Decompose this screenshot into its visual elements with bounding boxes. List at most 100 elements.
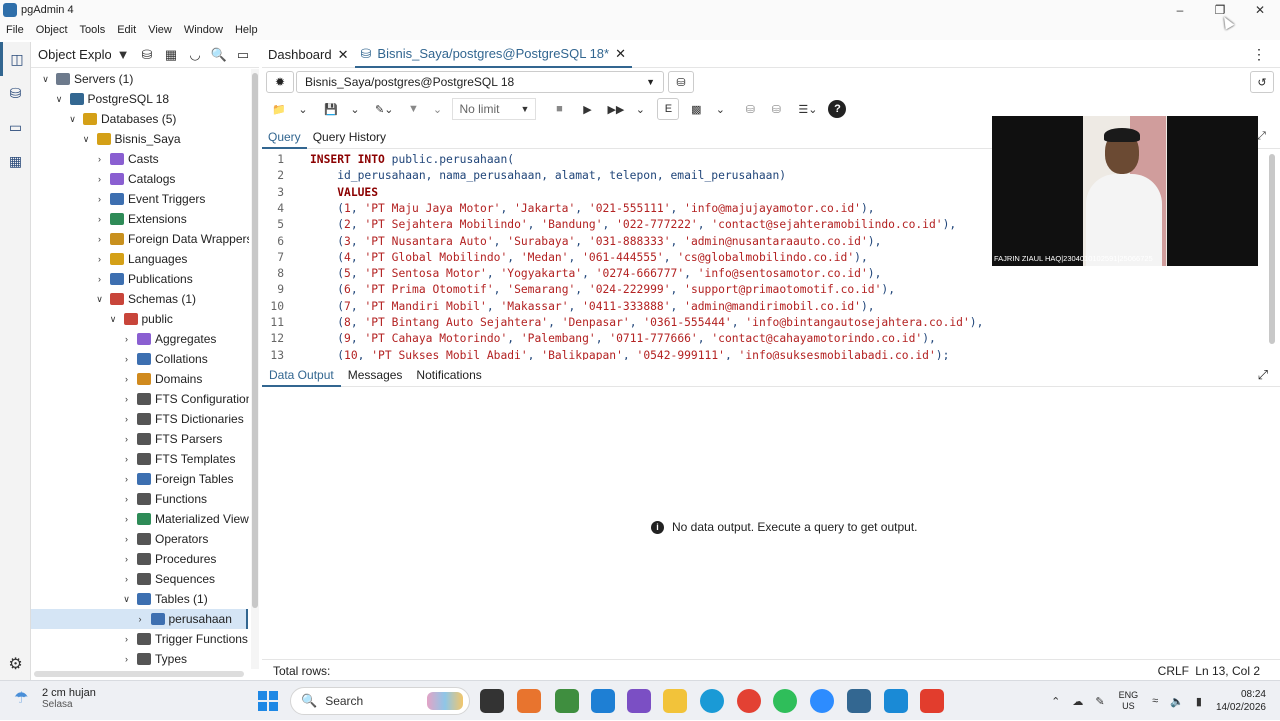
chevron-right-icon[interactable]: › <box>120 574 133 584</box>
close-window-button[interactable]: ✕ <box>1240 0 1280 20</box>
close-icon[interactable]: ✕ <box>338 47 349 63</box>
chevron-right-icon[interactable]: › <box>93 274 106 284</box>
tree-node[interactable]: ∨ public <box>31 309 173 329</box>
chevron-down-icon[interactable]: ∨ <box>120 594 133 605</box>
volume-icon[interactable]: 🔈 <box>1170 695 1184 708</box>
tree-node[interactable]: ∨ Tables (1) <box>31 589 207 609</box>
visual-studio-icon[interactable] <box>627 689 651 713</box>
notes-icon[interactable] <box>884 689 908 713</box>
code-line[interactable]: 12 (9, 'PT Cahaya Motorindo', 'Palembang… <box>262 331 1268 347</box>
tree-node[interactable]: › Event Triggers <box>31 189 205 209</box>
tree-node[interactable]: › Foreign Tables <box>31 469 234 489</box>
tree-node[interactable]: › Collations <box>31 349 208 369</box>
chevron-right-icon[interactable]: › <box>120 474 133 484</box>
execute-icon[interactable]: ▶ <box>576 98 598 120</box>
code-line[interactable]: 13 (10, 'PT Sukses Mobil Abadi', 'Balikp… <box>262 348 1268 360</box>
wifi-icon[interactable]: ≈ <box>1152 695 1158 707</box>
tree-node[interactable]: › Procedures <box>31 549 216 569</box>
connection-status-icon[interactable]: ✹ <box>266 71 294 93</box>
chevron-right-icon[interactable]: › <box>120 354 133 364</box>
tree-node[interactable]: › Publications <box>31 269 193 289</box>
connection-select[interactable]: Bisnis_Saya/postgres@PostgreSQL 18 ▼ <box>296 71 664 93</box>
chevron-right-icon[interactable]: › <box>120 514 133 524</box>
explain-icon[interactable]: E <box>657 98 680 120</box>
code-line[interactable]: 8 (5, 'PT Sentosa Motor', 'Yogyakarta', … <box>262 266 1268 282</box>
menu-item[interactable]: File <box>0 24 30 36</box>
database-icon[interactable]: ⛁ <box>668 71 694 93</box>
tree-node[interactable]: › Operators <box>31 529 208 549</box>
restore-button[interactable]: ❐ <box>1200 0 1240 20</box>
chevron-down-icon[interactable]: ⌄ <box>292 98 314 120</box>
chevron-right-icon[interactable]: › <box>120 554 133 564</box>
chevron-down-icon[interactable]: ∨ <box>53 94 66 105</box>
chevron-down-icon[interactable]: ∨ <box>39 74 52 85</box>
limit-select[interactable]: No limit ▼ <box>452 98 537 120</box>
whatsapp-icon[interactable] <box>773 689 797 713</box>
edit-icon[interactable]: ✎⌄ <box>372 98 396 120</box>
vscode-icon[interactable] <box>591 689 615 713</box>
tree-node[interactable]: › Languages <box>31 249 187 269</box>
weather-widget[interactable]: ☂ 2 cm hujan Selasa <box>14 687 96 710</box>
tree-node[interactable]: › Materialized Views <box>31 509 249 529</box>
chevron-right-icon[interactable]: › <box>120 394 133 404</box>
macros-icon[interactable]: ☰⌄ <box>795 98 820 120</box>
minimize-button[interactable]: – <box>1160 0 1200 20</box>
code-line[interactable]: 9 (6, 'PT Prima Otomotif', 'Semarang', '… <box>262 282 1268 298</box>
chevron-down-icon[interactable]: ⌄ <box>344 98 366 120</box>
tree-horizontal-scrollbar[interactable] <box>34 671 244 677</box>
filter-icon[interactable]: ▼ <box>111 47 135 62</box>
zoom-icon[interactable] <box>810 689 834 713</box>
chevron-right-icon[interactable]: › <box>120 374 133 384</box>
tree-node[interactable]: › perusahaan <box>31 609 248 629</box>
chevron-right-icon[interactable]: › <box>120 634 133 644</box>
menu-item[interactable]: Window <box>178 24 229 36</box>
execute-script-icon[interactable]: ▶▶ <box>604 98 627 120</box>
tab-query-history[interactable]: Query History <box>307 125 392 149</box>
file-manager-icon[interactable] <box>480 689 504 713</box>
tree-node[interactable]: › Foreign Data Wrappers <box>31 229 249 249</box>
edge-icon[interactable] <box>700 689 724 713</box>
menu-item[interactable]: Edit <box>111 24 142 36</box>
tab-data-output[interactable]: Data Output <box>262 363 341 387</box>
chevron-right-icon[interactable]: › <box>93 214 106 224</box>
rollback-icon[interactable]: ⛁ <box>765 98 787 120</box>
chevron-right-icon[interactable]: › <box>93 154 106 164</box>
chevron-down-icon[interactable]: ⌄ <box>426 98 448 120</box>
chevron-down-icon[interactable]: ∨ <box>93 294 106 305</box>
chevron-right-icon[interactable]: › <box>120 494 133 504</box>
editor-scrollbar[interactable] <box>1268 152 1276 350</box>
tree-node[interactable]: › Catalogs <box>31 169 175 189</box>
terminal-icon[interactable]: ▭ <box>0 110 31 144</box>
chevron-right-icon[interactable]: › <box>120 434 133 444</box>
tree-node[interactable]: › Functions <box>31 489 207 509</box>
expand-editor-icon[interactable]: ⤢ <box>1257 130 1266 143</box>
expand-results-icon[interactable]: ⤢ <box>1258 367 1268 383</box>
search-objects-icon[interactable]: 🔍 <box>207 47 231 63</box>
psql-tool-icon[interactable]: ▭ <box>231 47 255 63</box>
tree-node[interactable]: › Types <box>31 649 187 669</box>
tab-messages[interactable]: Messages <box>341 363 410 387</box>
chevron-right-icon[interactable]: › <box>93 174 106 184</box>
save-icon[interactable]: 💾 <box>320 98 342 120</box>
chevron-down-icon[interactable]: ∨ <box>107 314 120 325</box>
menu-item[interactable]: Object <box>30 24 74 36</box>
pdf-icon[interactable] <box>920 689 944 713</box>
close-icon[interactable]: ✕ <box>615 46 626 62</box>
explain-analyze-icon[interactable]: ▩ <box>685 98 707 120</box>
tree-node[interactable]: › FTS Configurations <box>31 389 249 409</box>
tree-node[interactable]: › FTS Parsers <box>31 429 222 449</box>
tree-node[interactable]: › Extensions <box>31 209 187 229</box>
query-tool-icon[interactable]: ⛁ <box>135 47 159 63</box>
chevron-right-icon[interactable]: › <box>93 234 106 244</box>
tab-query[interactable]: Query <box>262 125 307 149</box>
taskbar-search[interactable]: 🔍 Search <box>290 687 470 715</box>
tree-node[interactable]: › Sequences <box>31 569 215 589</box>
chevron-right-icon[interactable]: › <box>120 334 133 344</box>
refresh-icon[interactable]: ↺ <box>1250 71 1274 93</box>
tree-node[interactable]: ∨ Databases (5) <box>31 109 176 129</box>
tree-node[interactable]: › Domains <box>31 369 202 389</box>
chevron-down-icon[interactable]: ⌄ <box>709 98 731 120</box>
schema-diff-icon[interactable]: ▦ <box>0 144 31 178</box>
tree-node[interactable]: › Casts <box>31 149 159 169</box>
chevron-right-icon[interactable]: › <box>120 414 133 424</box>
